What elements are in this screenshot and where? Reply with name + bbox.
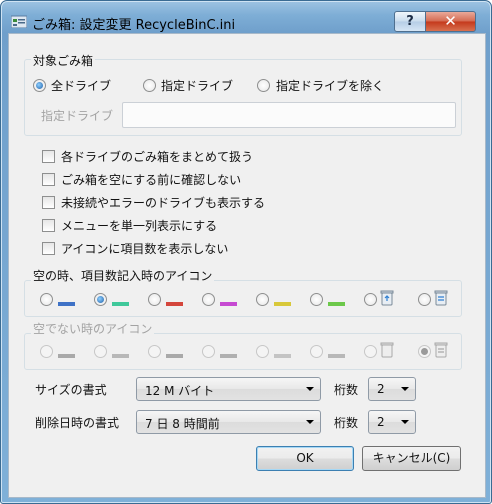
empty-icon-radio-8[interactable] (418, 293, 431, 306)
recycle-bin-full-icon (434, 290, 448, 306)
full-icon-swatch-1 (58, 354, 75, 358)
close-button[interactable]: ✕ (425, 11, 476, 32)
date-digits-value: 2 (377, 415, 385, 429)
empty-icon-swatch-5 (274, 302, 291, 306)
checkbox-no-confirm-label[interactable]: ごみ箱を空にする前に確認しない (61, 171, 241, 188)
checkbox-show-disconnected[interactable] (42, 196, 55, 209)
empty-icon-radio-6[interactable] (310, 293, 323, 306)
size-format-select[interactable]: 12 M バイト (136, 377, 321, 401)
checkbox-show-disconnected-label[interactable]: 未接続やエラーのドライブも表示する (61, 194, 265, 211)
full-icon-radio-7[interactable] (364, 345, 377, 358)
target-group-label: 対象ごみ箱 (31, 52, 96, 69)
date-digits-label: 桁数 (334, 416, 359, 430)
full-icon-radio-5[interactable] (256, 345, 269, 358)
chevron-down-icon (306, 387, 314, 391)
window-title: ごみ箱: 設定変更 RecycleBinC.ini (32, 18, 236, 33)
empty-icon-swatch-4 (220, 302, 237, 306)
full-icon-swatch-3 (166, 354, 183, 358)
full-icon-radio-2[interactable] (94, 345, 107, 358)
app-icon (11, 15, 27, 28)
full-icon-radio-8[interactable] (418, 345, 431, 358)
empty-icon-group (24, 280, 462, 317)
full-icon-radio-3[interactable] (148, 345, 161, 358)
date-digits-select[interactable]: 2 (368, 410, 416, 434)
checkbox-no-confirm[interactable] (42, 173, 55, 186)
dialog-body: 対象ごみ箱 全ドライブ 指定ドライブ 指定ドライブを除く 指定ドライブ 各ドライ… (8, 33, 486, 498)
cancel-button[interactable]: キャンセル(C) (362, 446, 461, 471)
date-format-label: 削除日時の書式 (35, 416, 120, 430)
full-icon-radio-4[interactable] (202, 345, 215, 358)
empty-icon-radio-2[interactable] (94, 293, 107, 306)
radio-all-drives-label[interactable]: 全ドライブ (51, 77, 111, 94)
empty-icon-radio-7[interactable] (364, 293, 377, 306)
full-icon-swatch-2 (112, 354, 129, 358)
dialog-window: ごみ箱: 設定変更 RecycleBinC.ini ? ✕ 対象ごみ箱 全ドライ… (0, 0, 492, 504)
checkbox-single-column[interactable] (42, 219, 55, 232)
chevron-down-icon (306, 420, 314, 424)
drive-input[interactable] (122, 102, 456, 128)
empty-icon-radio-4[interactable] (202, 293, 215, 306)
full-icon-swatch-6 (328, 354, 345, 358)
help-button[interactable]: ? (394, 11, 426, 32)
full-icon-radio-1[interactable] (40, 345, 53, 358)
date-format-select[interactable]: 7 日 8 時間前 (136, 410, 321, 434)
size-digits-label: 桁数 (334, 383, 359, 397)
size-digits-select[interactable]: 2 (368, 377, 416, 401)
empty-icon-radio-3[interactable] (148, 293, 161, 306)
checkbox-merge-bins-label[interactable]: 各ドライブのごみ箱をまとめて扱う (61, 148, 253, 165)
empty-icon-swatch-2 (112, 302, 129, 306)
radio-exclude-drive-label[interactable]: 指定ドライブを除く (276, 77, 384, 94)
full-icon-swatch-4 (220, 354, 237, 358)
ok-button[interactable]: OK (256, 446, 354, 471)
full-icon-swatch-5 (274, 354, 291, 358)
drive-label: 指定ドライブ (41, 109, 114, 123)
radio-specified-drive[interactable] (143, 79, 156, 92)
radio-specified-drive-label[interactable]: 指定ドライブ (161, 77, 233, 94)
checkbox-hide-count[interactable] (42, 242, 55, 255)
title-bar[interactable]: ごみ箱: 設定変更 RecycleBinC.ini ? ✕ (1, 1, 491, 33)
radio-exclude-drive[interactable] (257, 79, 270, 92)
empty-icon-radio-5[interactable] (256, 293, 269, 306)
size-digits-value: 2 (377, 382, 385, 396)
recycle-bin-empty-gray-icon (380, 342, 394, 358)
chevron-down-icon (401, 387, 409, 391)
empty-icon-radio-1[interactable] (40, 293, 53, 306)
empty-icon-swatch-6 (328, 302, 345, 306)
date-format-value: 7 日 8 時間前 (145, 417, 220, 431)
empty-icon-swatch-1 (58, 302, 75, 306)
size-format-label: サイズの書式 (35, 383, 107, 397)
recycle-bin-empty-icon (380, 290, 394, 306)
checkbox-merge-bins[interactable] (42, 150, 55, 163)
empty-icon-group-label: 空の時、項目数記入時のアイコン (31, 267, 215, 284)
checkbox-hide-count-label[interactable]: アイコンに項目数を表示しない (61, 240, 228, 257)
full-icon-radio-6[interactable] (310, 345, 323, 358)
chevron-down-icon (401, 420, 409, 424)
checkbox-single-column-label[interactable]: メニューを単一列表示にする (61, 217, 217, 234)
empty-icon-swatch-3 (166, 302, 183, 306)
radio-all-drives[interactable] (33, 79, 46, 92)
full-icon-group (24, 333, 462, 370)
recycle-bin-full-gray-icon (434, 342, 448, 358)
full-icon-group-label: 空でない時のアイコン (31, 320, 155, 337)
size-format-value: 12 M バイト (145, 384, 215, 398)
